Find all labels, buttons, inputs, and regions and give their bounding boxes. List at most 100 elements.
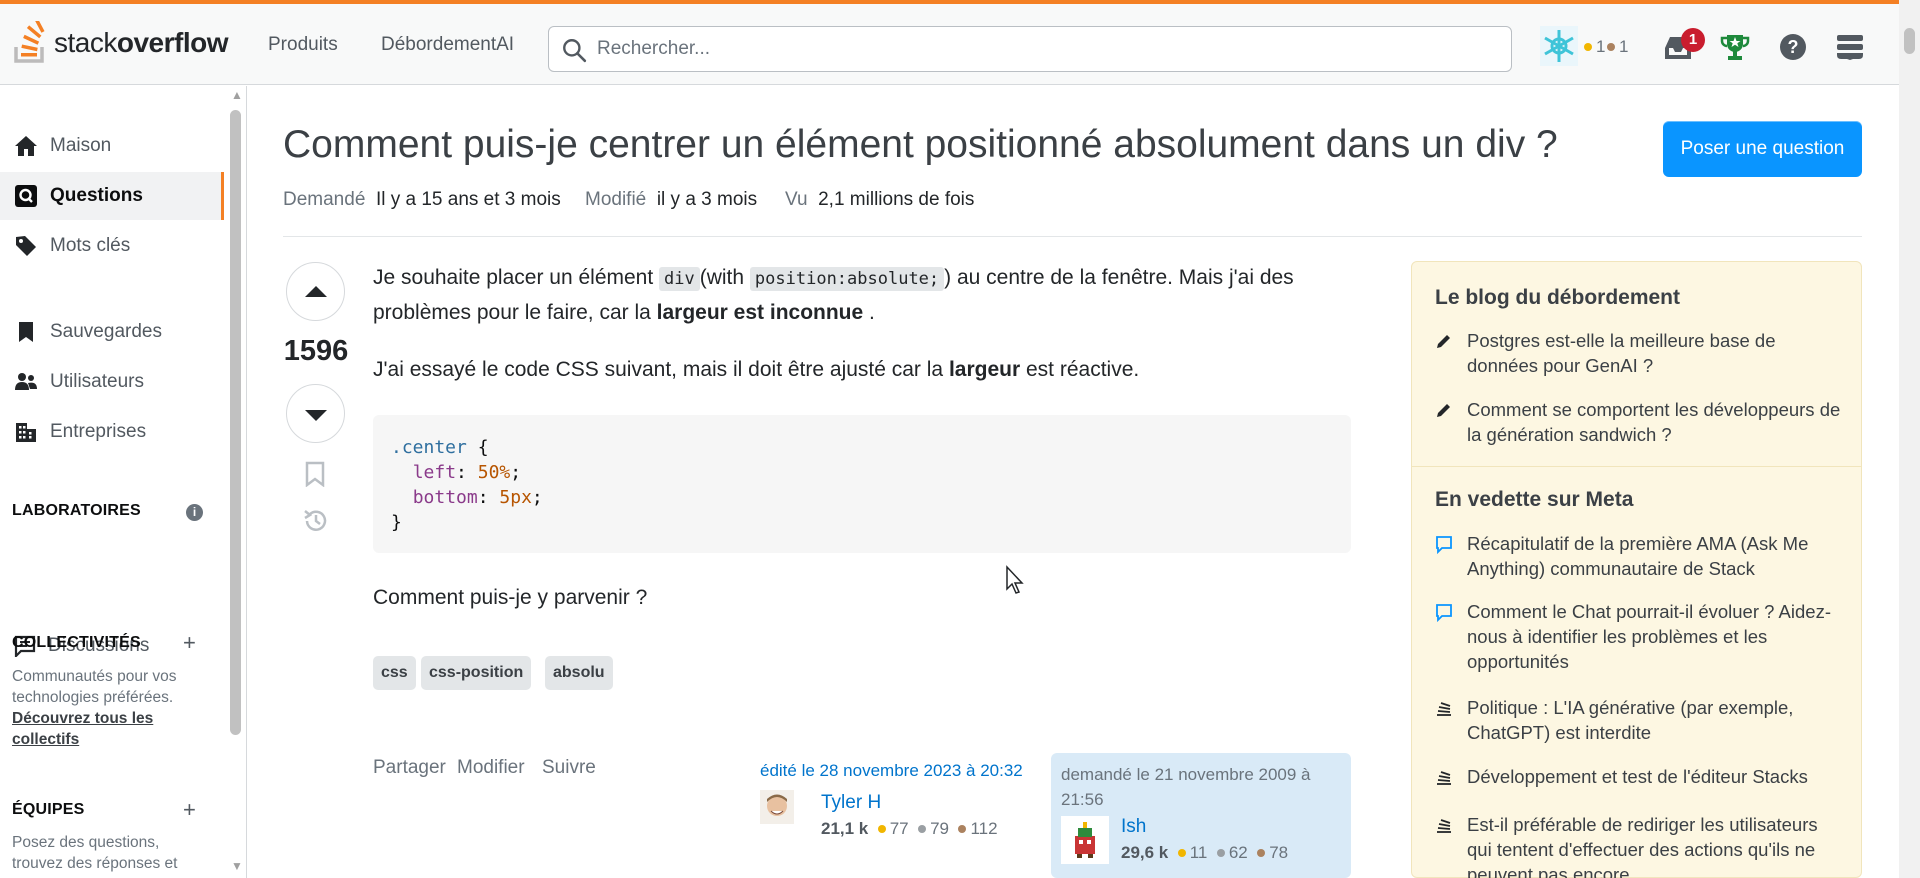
question-paragraph-2: J'ai essayé le code CSS suivant, mais il…: [373, 358, 1140, 381]
sidebar-scrollbar-thumb[interactable]: [230, 110, 241, 735]
meta-item[interactable]: Politique : L'IA générative (par exemple…: [1435, 695, 1845, 745]
nav-products[interactable]: Produits: [268, 34, 338, 56]
meta-item[interactable]: Comment le Chat pourrait-il évoluer ? Ai…: [1435, 599, 1845, 674]
meta-item[interactable]: Récapitulatif de la première AMA (Ask Me…: [1435, 531, 1845, 581]
chat-bubble-icon: [1436, 536, 1452, 555]
asked-by-card: demandé le 21 novembre 2009 à 21:56 Ish …: [1051, 753, 1351, 878]
scroll-up-arrow-icon[interactable]: ▲: [231, 88, 243, 102]
modified-meta: Modifié il y a 3 mois: [585, 189, 758, 210]
arrow-down-icon: [305, 410, 327, 421]
search-box[interactable]: [548, 26, 1512, 72]
users-icon: [15, 373, 37, 390]
home-icon: [15, 136, 37, 156]
stack-exchange-icon: [1437, 702, 1451, 716]
scroll-down-arrow-icon[interactable]: ▼: [231, 859, 243, 873]
sidebar-scrollbar[interactable]: ▲ ▼: [228, 86, 246, 878]
editor-name-link[interactable]: Tyler H: [821, 792, 881, 814]
divider: [1412, 466, 1861, 467]
edited-timestamp-link[interactable]: édité le 28 novembre 2023 à 20:32: [760, 761, 1023, 781]
sidebar-item-questions[interactable]: Questions: [0, 172, 224, 220]
sidebar-item-companies[interactable]: Entreprises: [0, 408, 224, 456]
tag-absolu[interactable]: absolu: [545, 656, 613, 690]
viewed-meta: Vu 2,1 millions de fois: [785, 189, 975, 210]
arrow-up-icon: [305, 286, 327, 297]
inbox-badge: 1: [1681, 28, 1705, 52]
blog-item[interactable]: Comment se comportent les développeurs d…: [1435, 397, 1845, 447]
asked-meta: Demandé Il y a 15 ans et 3 mois: [283, 189, 561, 210]
tag-css[interactable]: css: [373, 656, 416, 690]
sidebar-item-tags[interactable]: Mots clés: [0, 222, 224, 270]
sidebar-item-saves[interactable]: Sauvegardes: [0, 308, 224, 356]
collectives-description: Communautés pour vos technologies préfér…: [12, 668, 177, 748]
question-paragraph-3: Comment puis-je y parvenir ?: [373, 586, 648, 609]
code-block[interactable]: .center { left: 50%; bottom: 5px; }: [373, 415, 1351, 553]
follow-link[interactable]: Suivre: [542, 757, 596, 779]
editor-avatar[interactable]: [760, 790, 794, 824]
overflow-blog-widget: Le blog du débordement Postgres est-elle…: [1411, 261, 1862, 878]
asker-avatar[interactable]: [1061, 816, 1109, 864]
stack-exchange-icon: [1437, 819, 1451, 833]
sidebar-item-label: Sauvegardes: [50, 321, 162, 342]
mouse-cursor-icon: [1006, 565, 1024, 594]
edit-link[interactable]: Modifier: [457, 757, 525, 779]
inline-code: div: [659, 267, 700, 291]
stackoverflow-logo-icon: [14, 21, 45, 63]
page-scrollbar-thumb[interactable]: [1904, 28, 1915, 54]
info-icon[interactable]: i: [186, 504, 203, 521]
asked-timestamp[interactable]: demandé le 21 novembre 2009 à 21:56: [1061, 762, 1341, 812]
sidebar-item-label: Utilisateurs: [50, 371, 144, 392]
share-link[interactable]: Partager: [373, 757, 446, 779]
blog-item[interactable]: Postgres est-elle la meilleure base de d…: [1435, 328, 1845, 378]
sidebar-item-home[interactable]: Maison: [0, 122, 224, 170]
chat-bubble-icon: [1436, 604, 1452, 623]
question-paragraph-1: Je souhaite placer un élément div (with p…: [373, 266, 1294, 324]
add-collective-plus-icon[interactable]: +: [183, 630, 196, 656]
top-bar: stackoverflow Produits DébordementAI 1 1…: [0, 0, 1899, 85]
nav-overflow-ai[interactable]: DébordementAI: [381, 34, 514, 56]
bronze-badge-count: 1: [1607, 37, 1628, 57]
companies-icon: [16, 423, 36, 442]
vote-count: 1596: [283, 335, 349, 367]
sidebar-item-users[interactable]: Utilisateurs: [0, 358, 224, 406]
bookmark-icon: [19, 322, 33, 342]
site-switcher-icon[interactable]: [1836, 34, 1864, 60]
stackoverflow-logo[interactable]: stackoverflow: [12, 18, 229, 68]
tag-css-position[interactable]: css-position: [421, 656, 532, 690]
pencil-icon: [1437, 404, 1450, 417]
sidebar-item-label: Questions: [50, 185, 143, 206]
sidebar-item-label: Maison: [50, 135, 112, 156]
achievements-trophy-icon[interactable]: [1720, 32, 1750, 62]
user-avatar[interactable]: [1540, 26, 1578, 66]
history-icon[interactable]: [302, 507, 330, 535]
search-icon: [563, 39, 587, 63]
left-sidebar: Maison Questions Mots clés Sauvegardes U…: [0, 86, 247, 878]
sidebar-item-label: Mots clés: [50, 235, 131, 256]
gold-badge-count: 1: [1584, 37, 1605, 57]
blog-title: Le blog du débordement: [1435, 286, 1680, 309]
page-scrollbar[interactable]: [1899, 0, 1920, 878]
downvote-button[interactable]: [286, 384, 345, 443]
svg-text:?: ?: [1788, 37, 1799, 57]
collectives-section-title: COLLECTIVITÉS: [12, 634, 141, 651]
tag-icon: [16, 236, 36, 256]
add-team-plus-icon[interactable]: +: [183, 797, 196, 823]
stack-exchange-icon: [1437, 771, 1451, 785]
labs-section-title: LABORATOIRES: [12, 502, 141, 519]
asker-name-link[interactable]: Ish: [1121, 816, 1146, 838]
explore-collectives-link[interactable]: Découvrez tous les collectifs: [12, 710, 153, 748]
logo-text: stackoverflow: [54, 27, 229, 58]
ask-question-button[interactable]: Poser une question: [1663, 121, 1862, 177]
meta-item[interactable]: Est-il préférable de rediriger les utili…: [1435, 812, 1845, 878]
meta-item[interactable]: Développement et test de l'éditeur Stack…: [1435, 764, 1845, 789]
questions-icon: [15, 185, 37, 207]
divider: [283, 236, 1862, 237]
help-icon[interactable]: ?: [1779, 33, 1807, 61]
teams-section-title: ÉQUIPES: [12, 801, 85, 818]
pencil-icon: [1437, 335, 1450, 348]
upvote-button[interactable]: [286, 262, 345, 321]
bookmark-icon[interactable]: [304, 461, 326, 487]
editor-reputation: 21,1 k 77 79 112: [821, 819, 998, 838]
sidebar-item-label: Entreprises: [50, 421, 147, 442]
search-input[interactable]: [597, 33, 1477, 65]
question-title[interactable]: Comment puis-je centrer un élément posit…: [283, 123, 1558, 167]
